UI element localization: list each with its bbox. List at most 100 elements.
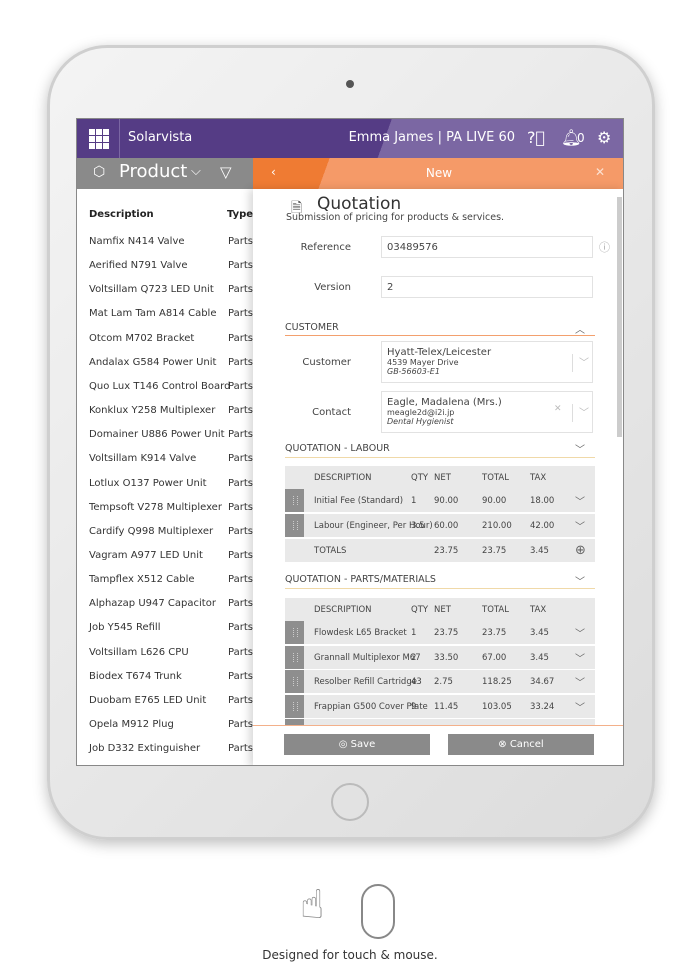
cancel-button[interactable]: ⊗ Cancel [448,734,594,755]
close-icon[interactable]: ✕ [595,165,605,179]
list-item[interactable]: Tempsoft V278 Multiplexer Parts/ [77,501,256,522]
mouse-icon [361,884,395,939]
cell: TAX [530,473,547,483]
section-divider [285,335,595,336]
version-label: Version [314,282,351,293]
chevron-down-icon[interactable]: ﹀ [575,650,585,665]
item-description: Mat Lam Tam A814 Cable [89,308,217,320]
item-description: Otcom M702 Bracket [89,332,195,344]
list-item[interactable]: Quo Lux T146 Control Board Parts/ [77,380,256,401]
drag-handle-icon[interactable] [285,645,304,669]
gear-icon[interactable]: ⚙ [597,128,611,147]
cell: 90.00 [434,496,459,506]
info-icon[interactable]: ⓘ [599,239,610,255]
item-description: Konklux Y258 Multiplexer [89,405,216,417]
list-item[interactable]: Konklux Y258 Multiplexer Parts/ [77,405,256,425]
cell: Resolber Refill Cartridge [314,677,417,687]
item-description: Domainer U886 Power Unit [89,429,225,441]
table-row[interactable]: Initial Fee (Standard) 1 90.00 90.00 18.00 ﹀ [285,489,595,512]
list-item[interactable]: Job D332 Extinguisher Parts/ [77,743,256,763]
cell: 33.24 [530,701,555,712]
scrollbar[interactable] [617,197,622,437]
list-item[interactable]: Aerified N791 Valve Parts/ [77,260,256,280]
cell: 67.00 [482,652,507,663]
list-item[interactable]: Voltsillam L626 CPU Parts/ [77,647,256,667]
item-description: Tempsoft V278 Multiplexer [89,501,222,513]
home-button [331,783,369,821]
list-item[interactable]: Opela M912 Plug Parts/ [77,719,256,739]
chevron-down-icon[interactable]: ﹀ [575,518,585,533]
chevron-down-icon[interactable]: ﹀ [575,493,585,508]
chevron-down-icon[interactable]: ﹀ [575,441,585,456]
cell: 3.5 [411,521,425,531]
item-description: Job Y545 Refill [89,622,161,634]
list-item[interactable]: Duobam E765 LED Unit Parts/ [77,695,256,715]
col-type[interactable]: Type [227,209,253,220]
drag-handle-icon[interactable] [285,514,304,537]
drag-handle-icon[interactable] [285,489,304,512]
chevron-down-icon[interactable]: ﹀ [575,573,585,588]
item-description: Voltsillam Q723 LED Unit [89,284,214,296]
table-row[interactable]: Resolber Refill Cartridge 43 2.75 118.25 34.… [285,670,595,693]
chevron-down-icon[interactable]: ﹀ [575,699,585,714]
drag-handle-icon[interactable] [285,621,304,644]
section-divider [285,588,595,589]
table-row[interactable]: Flowdesk L65 Bracket 1 23.75 23.75 3.45 ﹀ [285,621,595,644]
cell: 23.75 [434,546,459,556]
list-item[interactable]: Mat Lam Tam A814 Cable Parts/ [77,308,256,328]
item-description: Biodex T674 Trunk [89,670,182,682]
list-item[interactable]: Job Y545 Refill Parts/ [77,622,256,642]
clear-icon[interactable]: ✕ [554,404,562,414]
drag-handle-icon[interactable] [285,670,304,693]
list-item[interactable]: Cardify Q998 Multiplexer Parts/ [77,526,256,546]
filter-icon[interactable]: ▽ [220,163,232,181]
item-description: Quo Lux T146 Control Board [89,380,231,392]
list-item[interactable]: Voltsillam K914 Valve Parts/ [77,453,256,473]
table-row[interactable]: Labour (Engineer, Per Hour) 3.5 60.00 210.0… [285,514,595,537]
camera [346,80,354,88]
reference-input[interactable]: 03489576 [381,236,593,258]
customer-address: 4539 Mayer Drive [387,358,459,367]
save-button[interactable]: ◎ Save [284,734,430,755]
customer-section-title: CUSTOMER [285,322,339,333]
cell: 210.00 [482,521,512,531]
add-icon[interactable]: ⊕ [575,543,586,558]
chevron-up-icon[interactable]: ︿ [575,321,585,336]
list-item[interactable]: Tampflex X512 Cable Parts/ [77,574,256,594]
chevron-down-icon[interactable]: ﹀ [575,674,585,689]
apps-grid-icon[interactable] [89,129,109,149]
list-item[interactable]: Namfix N414 Valve Parts/ [77,236,256,256]
contact-select[interactable]: Eagle, Madalena (Mrs.) meagle2d@i2i.jp D… [381,391,593,433]
cell: NET [434,473,451,483]
help-icon[interactable]: ?⃝ [527,128,545,147]
cell: 60.00 [434,521,459,531]
list-item[interactable]: Biodex T674 Trunk Parts/ [77,670,256,691]
list-header: ⬡ Product ⌵ ▽ [77,158,253,189]
user-info[interactable]: Emma James | PA LIVE 60 [349,130,515,145]
table-row[interactable]: Grannall Multiplexor M67 2 33.50 67.00 3.45 ﹀ [285,645,595,669]
customer-select[interactable]: Hyatt-Telex/Leicester 4539 Mayer Drive G… [381,341,593,383]
chevron-down-icon[interactable]: ﹀ [572,404,589,422]
list-item[interactable]: Andalax G584 Power Unit Parts/ [77,357,256,377]
version-input[interactable]: 2 [381,276,593,298]
list-item[interactable]: Otcom M702 Bracket Parts/ [77,332,256,353]
cell: 103.05 [482,701,512,712]
customer-label: Customer [302,357,351,368]
cell: Flowdesk L65 Bracket [314,628,407,638]
list-item[interactable]: Alphazap U947 Capacitor Parts/ [77,598,256,618]
list-item[interactable]: Voltsillam Q723 LED Unit Parts/ [77,284,256,304]
list-item[interactable]: Vagram A977 LED Unit Parts/ [77,549,256,570]
col-description[interactable]: Description [89,209,154,220]
list-item[interactable]: Domainer U886 Power Unit Parts/ [77,429,256,449]
table-row[interactable]: Frappian G500 Cover Plate 9 11.45 103.05 33.… [285,694,595,718]
chevron-down-icon[interactable]: ⌵ [191,164,201,179]
drag-handle-icon[interactable] [285,694,304,718]
chevron-down-icon[interactable]: ﹀ [575,625,585,640]
list-title[interactable]: Product [119,161,187,182]
chevron-down-icon[interactable]: ﹀ [572,354,589,372]
item-description: Vagram A977 LED Unit [89,549,203,561]
save-label: Save [350,739,376,750]
list-item[interactable]: Lotlux O137 Power Unit Parts/ [77,477,256,498]
item-description: Lotlux O137 Power Unit [89,477,207,489]
cell: 118.25 [482,677,512,687]
